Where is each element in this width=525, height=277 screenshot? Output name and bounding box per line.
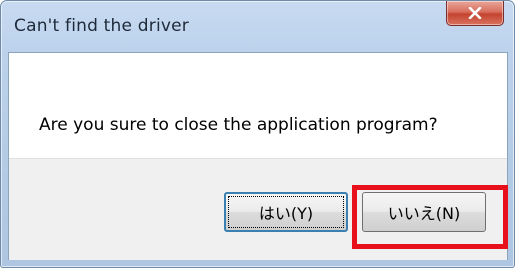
window-title: Can't find the driver — [14, 16, 189, 36]
close-button[interactable] — [446, 1, 504, 26]
dialog-window: Can't find the driver Are you sure to cl… — [0, 0, 515, 268]
no-button[interactable]: いいえ(N) — [362, 192, 486, 232]
focus-ring — [228, 196, 344, 228]
close-icon — [468, 7, 482, 19]
yes-button[interactable]: はい(Y) — [224, 192, 348, 232]
dialog-content: Are you sure to close the application pr… — [8, 52, 508, 260]
dialog-message: Are you sure to close the application pr… — [39, 115, 438, 135]
button-bar: はい(Y) いいえ(N) — [9, 158, 507, 260]
no-button-label: いいえ(N) — [387, 204, 461, 223]
